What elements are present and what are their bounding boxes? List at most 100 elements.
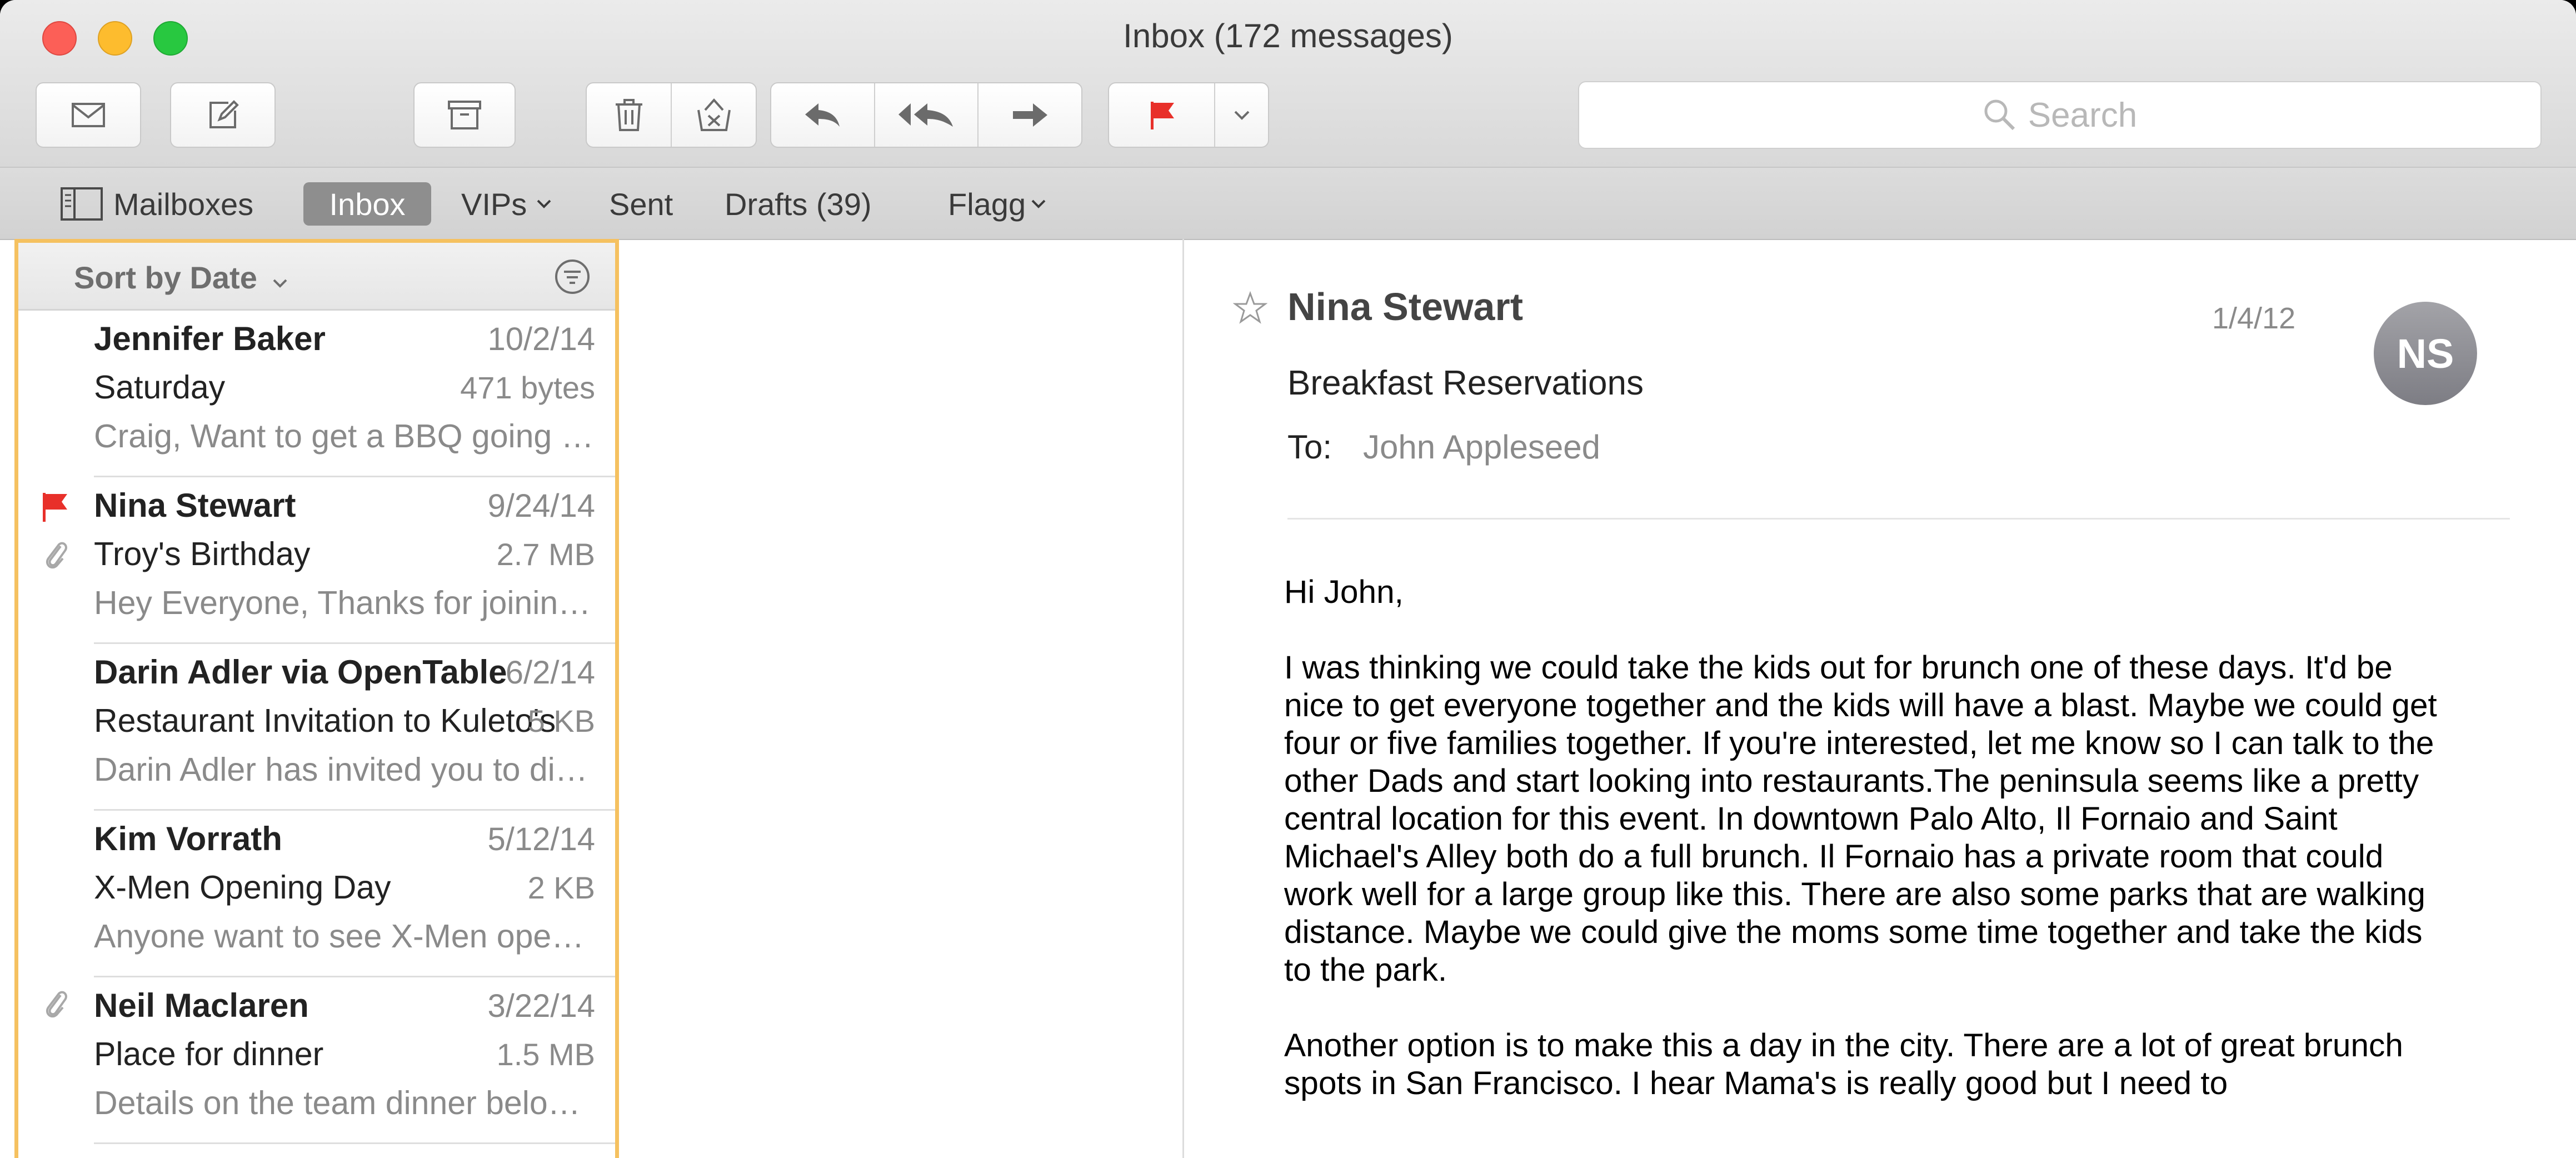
mailboxes-button[interactable]: Mailboxes: [60, 182, 253, 226]
message-paragraph: Hi John,: [1284, 574, 1404, 610]
reply-all-icon: [898, 103, 953, 127]
message-subject: Restaurant Invitation to Kuleto's: [94, 702, 556, 739]
filter-icon: [555, 259, 590, 294]
message-body: Hi John, I was thinking we could take th…: [1284, 573, 2451, 1140]
window-title: Inbox (172 messages): [1123, 17, 1453, 54]
message-size: 5 KB: [527, 703, 595, 738]
sort-by-date-button[interactable]: Sort by Date: [74, 259, 288, 296]
message-subject: Saturday: [94, 369, 226, 406]
archive-icon: [448, 101, 481, 129]
message-paragraph: I was thinking we could take the kids ou…: [1284, 650, 2437, 988]
favorite-inbox[interactable]: Inbox: [303, 182, 431, 226]
list-item[interactable]: Jennifer Baker 10/2/14 Saturday 471 byte…: [18, 311, 615, 477]
list-item[interactable]: Neil Maclaren 3/22/14 Place for dinner 1…: [18, 977, 615, 1144]
message-sender: Neil Maclaren: [94, 987, 309, 1024]
search-placeholder: Search: [2028, 96, 2138, 134]
message-preview: Craig, Want to get a BBQ going for this …: [94, 418, 594, 455]
search-icon: [1984, 99, 2015, 131]
paperclip-icon: [46, 991, 67, 1018]
chevron-down-icon: [1031, 199, 1046, 208]
message-subject: Troy's Birthday: [94, 536, 311, 572]
flagged-label: Flagg: [948, 186, 1026, 222]
chevron-down-icon: [273, 279, 287, 288]
search-field[interactable]: Search: [1578, 81, 2542, 149]
recipient-name[interactable]: John Appleseed: [1363, 428, 1600, 466]
mail-window: Inbox (172 messages) Search Mailboxes In…: [0, 0, 2576, 1158]
mailboxes-label: Mailboxes: [113, 186, 254, 222]
drafts-label: Drafts (39): [725, 186, 872, 222]
delete-button[interactable]: [587, 83, 672, 147]
archive-part: [415, 83, 515, 147]
reading-pane: Nina Stewart 1/4/12 NS Breakfast Reserva…: [1184, 240, 2576, 1158]
message-preview: Darin Adler has invited you to dine! Kul…: [94, 751, 594, 788]
flag-icon: [1150, 102, 1174, 129]
avatar: NS: [2374, 302, 2477, 405]
message-size: 2.7 MB: [496, 537, 595, 572]
message-from: Nina Stewart: [1287, 285, 1523, 328]
junk-icon: [697, 98, 731, 131]
inbox-label: Inbox: [329, 186, 406, 222]
reply-group: [770, 82, 1082, 148]
flag-menu-button[interactable]: [1215, 83, 1268, 147]
message-date: 9/24/14: [487, 488, 595, 524]
message-preview: Anyone want to see X-Men opening day? It…: [94, 918, 594, 955]
message-date: 10/2/14: [487, 321, 595, 357]
message-date: 6/2/14: [505, 655, 595, 691]
star-icon[interactable]: [1233, 291, 1267, 325]
message-date: 1/4/12: [2212, 302, 2296, 335]
message-size: 471 bytes: [460, 370, 595, 405]
favorites-bar: Mailboxes Inbox VIPs Sent Drafts (39) Fl…: [0, 167, 2576, 240]
chevron-down-icon: [537, 199, 551, 208]
delete-junk-group: [586, 82, 757, 148]
envelope-icon: [72, 103, 105, 127]
favorite-sent[interactable]: Sent: [609, 182, 673, 226]
list-item[interactable]: Kim Vorrath 5/12/14 X-Men Opening Day 2 …: [18, 811, 615, 977]
junk-button[interactable]: [672, 83, 756, 147]
row-separator: [94, 1142, 615, 1144]
title-bar: Inbox (172 messages) Search: [0, 0, 2576, 186]
message-subject: X-Men Opening Day: [94, 869, 391, 906]
get-mail-button[interactable]: [36, 82, 141, 148]
favorite-flagged[interactable]: Flagg: [948, 182, 1047, 226]
sent-label: Sent: [609, 186, 673, 222]
message-date: 3/22/14: [487, 988, 595, 1024]
message-subject: Breakfast Reservations: [1287, 364, 1644, 402]
message-preview: Hey Everyone, Thanks for joining us for …: [94, 585, 594, 621]
to-label: To:: [1287, 428, 1332, 466]
message-sender: Nina Stewart: [94, 487, 296, 524]
sort-bar: Sort by Date: [18, 243, 615, 311]
message-sender: Jennifer Baker: [94, 320, 326, 357]
sort-label: Sort by Date: [74, 260, 257, 295]
flag-button[interactable]: [1109, 83, 1216, 147]
list-item[interactable]: Darin Adler via OpenTable 6/2/14 Restaur…: [18, 644, 615, 811]
sidebar-icon: [61, 187, 103, 221]
favorite-vips[interactable]: VIPs: [461, 182, 552, 226]
list-item[interactable]: Nina Stewart 9/24/14 Troy's Birthday 2.7…: [18, 477, 615, 644]
message-subject: Place for dinner: [94, 1036, 324, 1072]
paperclip-icon: [46, 542, 67, 569]
message-paragraph: Another option is to make this a day in …: [1284, 1027, 2403, 1101]
message-size: 1.5 MB: [496, 1037, 595, 1072]
compose-button[interactable]: [170, 82, 276, 148]
message-preview: Details on the team dinner below. I've h…: [94, 1085, 594, 1121]
forward-icon: [1012, 103, 1047, 127]
reply-all-button[interactable]: [875, 83, 979, 147]
message-sender: Kim Vorrath: [94, 820, 282, 857]
message-list: Sort by Date Jennifer Baker 10/2/14 Satu…: [14, 239, 619, 1158]
search-placeholder-row: Search: [1579, 82, 2540, 148]
archive-button[interactable]: [413, 82, 516, 148]
header-separator: [1287, 518, 2510, 520]
filter-button[interactable]: [554, 258, 591, 298]
flag-icon: [43, 493, 67, 522]
message-sender: Darin Adler via OpenTable: [94, 653, 507, 691]
compose-icon: [209, 100, 239, 128]
favorite-drafts[interactable]: Drafts (39): [725, 182, 872, 226]
forward-button[interactable]: [979, 83, 1081, 147]
flag-group: [1108, 82, 1269, 148]
reply-icon: [805, 103, 840, 127]
reply-button[interactable]: [771, 83, 875, 147]
message-size: 2 KB: [527, 870, 595, 905]
message-date: 5/12/14: [487, 821, 595, 857]
chevron-down-icon: [1234, 111, 1250, 120]
vips-label: VIPs: [461, 186, 527, 222]
